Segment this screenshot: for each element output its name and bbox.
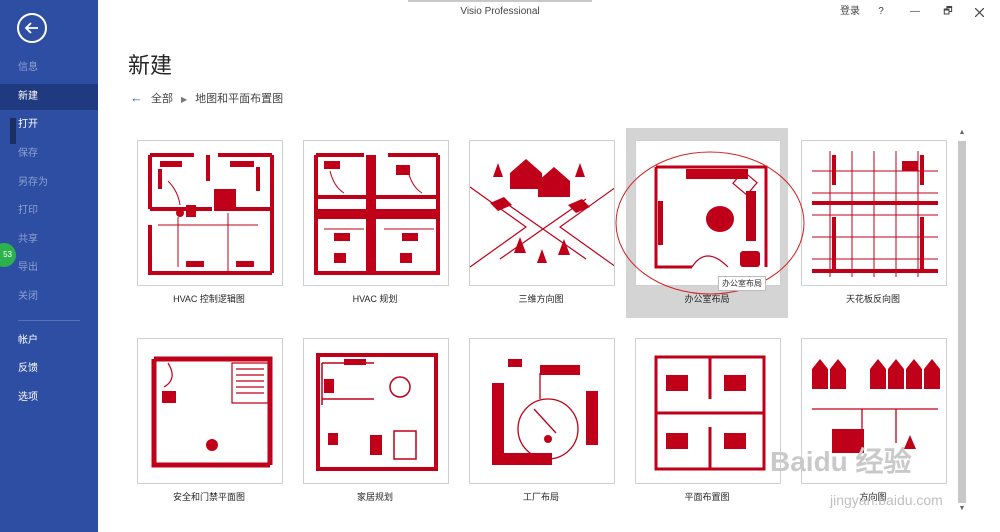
breadcrumb-root[interactable]: 全部	[151, 93, 173, 105]
back-button[interactable]	[17, 13, 47, 43]
template-thumbnail	[137, 338, 283, 484]
chevron-right-icon: ▶	[181, 95, 188, 104]
minimize-button[interactable]: —	[906, 0, 924, 24]
window-title: Visio Professional	[460, 6, 540, 17]
template-3d-directional-map[interactable]: 三维方向图	[460, 128, 622, 318]
breadcrumb: ← 全部 ▶ 地图和平面布置图	[130, 90, 283, 106]
template-thumbnail	[469, 140, 615, 286]
template-label: 平面布置图	[684, 492, 730, 502]
close-icon	[974, 7, 984, 18]
arrow-left-icon[interactable]: ←	[130, 90, 143, 105]
template-thumbnail	[137, 140, 283, 286]
sidebar-item-close[interactable]: 关闭	[0, 284, 98, 310]
template-thumbnail	[303, 338, 449, 484]
sidebar-item-save[interactable]: 保存	[0, 141, 98, 167]
template-plant-layout[interactable]: 工厂布局	[460, 326, 622, 516]
help-button[interactable]: ?	[872, 0, 890, 24]
scroll-up-icon[interactable]: ▲	[955, 127, 969, 139]
sidebar-item-open[interactable]: 打开	[0, 112, 98, 138]
template-thumbnail	[303, 140, 449, 286]
template-hvac-control-logic[interactable]: HVAC 控制逻辑图	[128, 128, 290, 318]
watermark-logo: Baidu 经验	[770, 446, 912, 477]
backstage-sidebar: 信息 新建 打开 保存 另存为 打印 共享 导出 关闭 帐户 反馈 选项	[0, 0, 98, 532]
arrow-left-icon	[24, 22, 38, 34]
template-label: 家居规划	[356, 492, 393, 502]
security-plan-thumbnail-icon	[151, 356, 273, 468]
floor-plan-thumbnail-icon	[654, 355, 766, 471]
page-title: 新建	[128, 53, 173, 78]
sidebar-item-save-as[interactable]: 另存为	[0, 170, 98, 196]
template-label: 三维方向图	[518, 294, 564, 304]
vertical-scrollbar[interactable]: ▲ ▼	[955, 127, 969, 515]
template-floor-plan[interactable]: 平面布置图	[626, 326, 788, 516]
template-label: 天花板反向图	[845, 294, 900, 304]
template-directional-map[interactable]: 方向图	[792, 326, 954, 516]
scroll-thumb[interactable]	[958, 141, 966, 503]
hvac-plan-thumbnail-icon	[314, 153, 440, 275]
close-window-button[interactable]	[970, 0, 988, 24]
sidebar-item-options[interactable]: 选项	[0, 385, 98, 411]
sidebar-item-print[interactable]: 打印	[0, 198, 98, 224]
watermark-url: jingyan.baidu.com	[830, 492, 943, 508]
ceiling-plan-thumbnail-icon	[812, 151, 938, 277]
sidebar-item-info[interactable]: 信息	[0, 55, 98, 81]
scroll-down-icon[interactable]: ▼	[955, 503, 969, 515]
template-label: 工厂布局	[522, 492, 559, 502]
sidebar-item-account[interactable]: 帐户	[0, 328, 98, 354]
template-security-access-plan[interactable]: 安全和门禁平面图	[128, 326, 290, 516]
template-hvac-plan[interactable]: HVAC 规划	[294, 128, 456, 318]
template-thumbnail	[469, 338, 615, 484]
template-label: HVAC 规划	[352, 294, 398, 304]
template-label: 安全和门禁平面图	[172, 492, 245, 502]
annotation-circle	[615, 151, 805, 295]
template-thumbnail	[635, 338, 781, 484]
sidebar-item-feedback[interactable]: 反馈	[0, 356, 98, 382]
sidebar-item-new[interactable]: 新建	[0, 84, 98, 110]
tooltip: 办公室布局	[718, 276, 766, 291]
plant-layout-thumbnail-icon	[492, 359, 598, 465]
template-reflected-ceiling-plan[interactable]: 天花板反向图	[792, 128, 954, 318]
3d-map-thumbnail-icon	[470, 159, 614, 268]
home-plan-thumbnail-icon	[316, 353, 438, 471]
sidebar-divider	[18, 320, 80, 321]
restore-button[interactable]: 🗗	[938, 0, 958, 24]
template-thumbnail	[801, 140, 947, 286]
hvac-logic-thumbnail-icon	[148, 153, 274, 275]
breadcrumb-current: 地图和平面布置图	[195, 93, 284, 105]
template-home-plan[interactable]: 家居规划	[294, 326, 456, 516]
template-label: HVAC 控制逻辑图	[173, 294, 245, 304]
sign-in-link[interactable]: 登录	[836, 0, 864, 24]
